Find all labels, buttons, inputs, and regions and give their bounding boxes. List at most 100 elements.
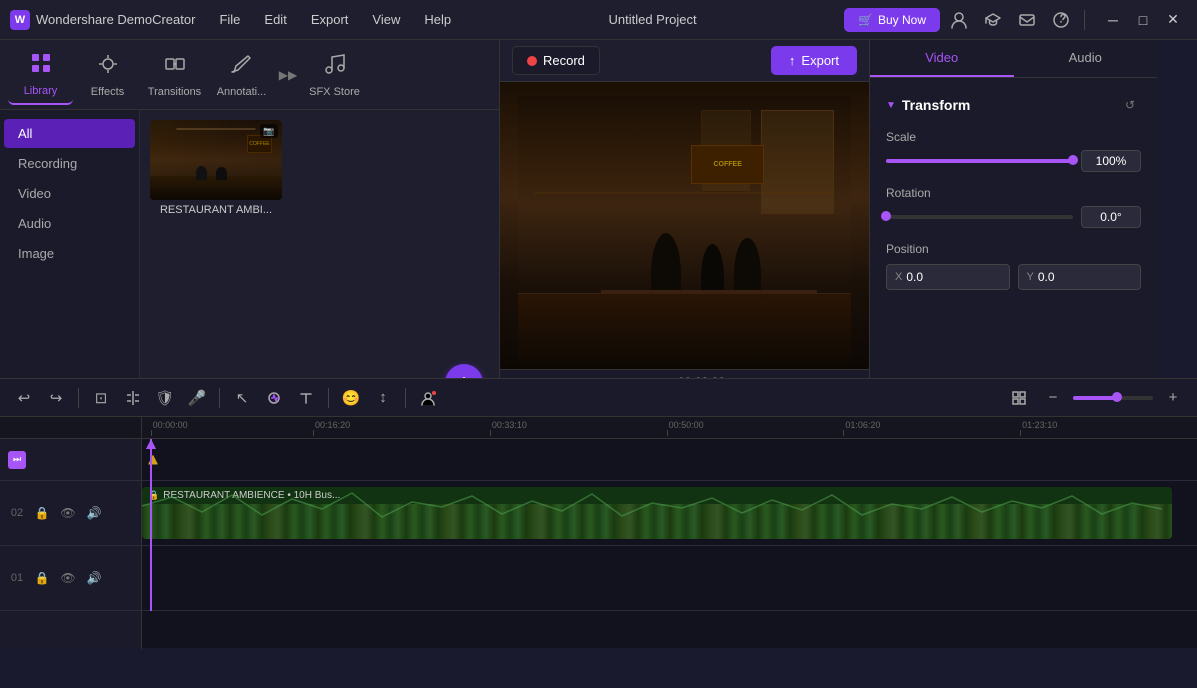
zoom-area: − +	[1005, 384, 1187, 412]
export-button[interactable]: ↑ Export	[771, 46, 857, 75]
track-label-01: 01 🔒 👁 🔊	[0, 546, 141, 611]
toolbar-transitions[interactable]: Transitions	[142, 45, 207, 105]
lib-item-image[interactable]: Image	[4, 239, 135, 268]
emoji-tool[interactable]: 😊	[337, 384, 365, 412]
account-icon-btn[interactable]	[944, 5, 974, 35]
toolbar-sfxstore[interactable]: SFX Store	[302, 45, 367, 105]
close-button[interactable]: ✕	[1159, 6, 1187, 34]
transform-collapse-icon[interactable]: ▼	[886, 100, 896, 111]
zoom-in-button[interactable]: +	[1159, 384, 1187, 412]
rotation-slider[interactable]	[886, 215, 1073, 219]
track-audio-02[interactable]: 🔊	[84, 503, 104, 523]
tracks-content: 🔒 RESTAURANT AMBIENCE • 10H Bus...	[142, 439, 1197, 611]
scale-property: Scale 100%	[886, 130, 1141, 172]
redo-button[interactable]: ↪	[42, 384, 70, 412]
scale-value-box[interactable]: 100%	[1081, 150, 1141, 172]
cursor-tool[interactable]: ↖	[228, 384, 256, 412]
video-clip-main[interactable]: 🔒 RESTAURANT AMBIENCE • 10H Bus...	[142, 487, 1172, 539]
cart-icon: 🛒	[858, 13, 873, 27]
lib-item-audio[interactable]: Audio	[4, 209, 135, 238]
record-voice-button[interactable]: 🎤	[183, 384, 211, 412]
position-x-field[interactable]: X 0.0	[886, 264, 1010, 290]
timeline-toolbar: ↩ ↪ ⊡ 🛡 🎤 ↖ 😊 ↕	[0, 379, 1197, 417]
marker-row	[142, 439, 1197, 481]
ruler-placeholder	[0, 417, 141, 439]
track-lock-02[interactable]: 🔒	[32, 503, 52, 523]
minimize-button[interactable]: ─	[1099, 6, 1127, 34]
marker-button[interactable]: 🛡	[151, 384, 179, 412]
tab-audio[interactable]: Audio	[1014, 40, 1158, 77]
toolbar-transitions-label: Transitions	[148, 86, 201, 98]
ruler-mark-3: 00:50:00	[667, 420, 704, 430]
zoom-fit-button[interactable]	[1005, 384, 1033, 412]
left-panel: Library Effects Transitions	[0, 40, 500, 418]
effects-icon	[96, 52, 120, 82]
position-label: Position	[886, 242, 1141, 256]
toolbar-more-btn[interactable]: ▶▶	[276, 55, 300, 95]
menu-file[interactable]: File	[209, 8, 250, 31]
toolbar-annotations[interactable]: Annotati...	[209, 45, 274, 105]
track-eye-01[interactable]: 👁	[58, 568, 78, 588]
rotation-slider-thumb	[881, 211, 891, 221]
track-lock-01[interactable]: 🔒	[32, 568, 52, 588]
tab-video[interactable]: Video	[870, 40, 1014, 77]
timeline-tracks: 00:00:00 00:16:20 00:33:10 00:50:00 01:0…	[142, 417, 1197, 649]
transform-title: Transform	[902, 97, 1113, 113]
playhead-track-label: ⏭	[0, 439, 141, 481]
properties-panel: Video Audio ▼ Transform ↺ Scale	[870, 40, 1157, 418]
undo-button[interactable]: ↩	[10, 384, 38, 412]
track-row-02: 🔒 RESTAURANT AMBIENCE • 10H Bus...	[142, 481, 1197, 546]
lib-item-video[interactable]: Video	[4, 179, 135, 208]
arrow-tool[interactable]: ↕	[369, 384, 397, 412]
support-icon-btn[interactable]	[1046, 5, 1076, 35]
position-y-field[interactable]: Y 0.0	[1018, 264, 1142, 290]
record-dot	[527, 56, 537, 66]
lib-item-recording[interactable]: Recording	[4, 149, 135, 178]
education-icon-btn[interactable]	[978, 5, 1008, 35]
app-name: Wondershare DemoCreator	[36, 12, 195, 27]
annotations-icon	[230, 52, 254, 82]
track-eye-02[interactable]: 👁	[58, 503, 78, 523]
playhead-marker[interactable]: ⏭	[8, 451, 26, 469]
record-button[interactable]: Record	[512, 46, 600, 75]
toolbar-library[interactable]: Library	[8, 45, 73, 105]
rotation-property: Rotation 0.0°	[886, 186, 1141, 228]
fx-tool[interactable]	[260, 384, 288, 412]
toolbar-library-label: Library	[24, 85, 58, 97]
zoom-slider[interactable]	[1073, 396, 1153, 400]
media-card-0[interactable]: COFFEE 📷 RESTAURANT AMBI...	[150, 120, 282, 216]
avatar-tool[interactable]	[414, 384, 442, 412]
mail-icon-btn[interactable]	[1012, 5, 1042, 35]
text-tool[interactable]	[292, 384, 320, 412]
rotation-value-box[interactable]: 0.0°	[1081, 206, 1141, 228]
export-icon: ↑	[789, 53, 796, 68]
menu-export[interactable]: Export	[301, 8, 359, 31]
split-button[interactable]	[119, 384, 147, 412]
transform-reset-button[interactable]: ↺	[1119, 94, 1141, 116]
timeline-marker[interactable]	[148, 455, 158, 465]
zoom-out-button[interactable]: −	[1039, 384, 1067, 412]
record-label: Record	[543, 53, 585, 68]
menu-view[interactable]: View	[362, 8, 410, 31]
toolbar-effects[interactable]: Effects	[75, 45, 140, 105]
maximize-button[interactable]: □	[1129, 6, 1157, 34]
timeline-area: ⏭ 02 🔒 👁 🔊 01 🔒 👁 🔊	[0, 417, 1197, 649]
track-labels: ⏭ 02 🔒 👁 🔊 01 🔒 👁 🔊	[0, 417, 142, 649]
track-audio-01[interactable]: 🔊	[84, 568, 104, 588]
ruler-mark-5: 01:23:10	[1020, 420, 1057, 430]
track-num-01: 01	[8, 572, 26, 584]
buy-now-button[interactable]: 🛒 Buy Now	[844, 8, 940, 32]
position-y-label: Y	[1027, 271, 1034, 283]
scale-label: Scale	[886, 130, 1141, 144]
window-controls: ─ □ ✕	[1099, 6, 1187, 34]
ruler-mark-1: 00:16:20	[313, 420, 350, 430]
position-fields-row: X 0.0 Y 0.0	[886, 264, 1141, 290]
toolbar-sfxstore-label: SFX Store	[309, 86, 360, 98]
crop-button[interactable]: ⊡	[87, 384, 115, 412]
video-preview: COFFEE	[500, 82, 869, 369]
preview-area: Record ↑ Export	[500, 40, 870, 418]
scale-slider[interactable]	[886, 159, 1073, 163]
menu-help[interactable]: Help	[414, 8, 461, 31]
menu-edit[interactable]: Edit	[254, 8, 296, 31]
lib-item-all[interactable]: All	[4, 119, 135, 148]
